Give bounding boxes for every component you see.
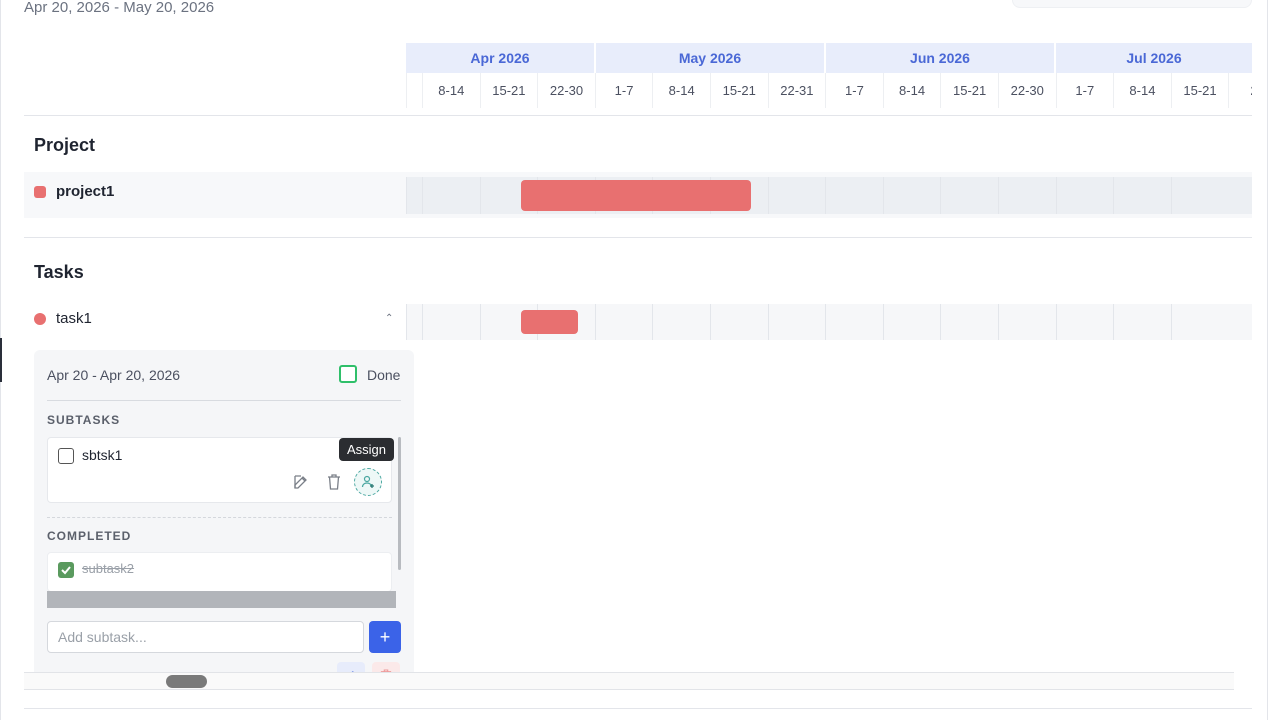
subtasks-heading: SUBTASKS	[47, 413, 121, 427]
done-checkbox[interactable]	[339, 365, 357, 383]
week-header: 22-30	[537, 73, 595, 108]
check-icon	[61, 566, 71, 575]
chevron-up-icon[interactable]: ⌃	[385, 313, 393, 324]
week-header-spacer	[406, 73, 422, 108]
week-header: 15-21	[479, 73, 538, 108]
week-header: 8-14	[1113, 73, 1171, 108]
project-color-dot	[34, 185, 46, 198]
week-header: 15-21	[1170, 73, 1229, 108]
week-header: 8-14	[882, 73, 941, 108]
assign-button[interactable]	[354, 468, 382, 496]
task-label[interactable]: task1	[34, 310, 92, 327]
top-control[interactable]	[1012, 0, 1252, 8]
add-subtask-button[interactable]: +	[369, 621, 401, 653]
gantt-page: Apr 20, 2026 - May 20, 2026 Apr 2026 May…	[0, 0, 1280, 720]
week-header: 1-7	[1055, 73, 1114, 108]
project-name: project1	[56, 183, 115, 200]
week-header: 15-21	[940, 73, 998, 108]
left-resize-handle[interactable]	[0, 338, 2, 382]
month-header-row: Apr 2026 May 2026 Jun 2026 Jul 2026	[406, 43, 1252, 73]
subtask-title: sbtsk1	[82, 447, 123, 463]
done-label: Done	[367, 367, 401, 383]
add-subtask-input[interactable]	[47, 621, 364, 653]
trash-icon[interactable]	[324, 472, 344, 492]
completed-heading: COMPLETED	[47, 529, 132, 543]
project-label[interactable]: project1	[34, 183, 114, 200]
task-color-dot	[34, 312, 46, 325]
task-name: task1	[56, 310, 92, 327]
month-header: Jul 2026	[1056, 43, 1252, 73]
divider	[24, 708, 1252, 709]
subtask-list-vertical-scrollbar[interactable]	[398, 437, 401, 570]
month-header: Apr 2026	[406, 43, 596, 73]
week-header: 22	[1228, 73, 1252, 108]
week-header: 1-7	[825, 73, 883, 108]
header-date-range: Apr 20, 2026 - May 20, 2026	[24, 0, 215, 16]
month-header: May 2026	[596, 43, 826, 73]
completed-checkbox[interactable]	[58, 562, 74, 578]
week-header: 15-21	[709, 73, 768, 108]
divider	[24, 237, 1252, 238]
divider	[47, 517, 392, 518]
week-header: 22-30	[997, 73, 1056, 108]
project-section-title: Project	[34, 135, 96, 155]
divider	[47, 400, 401, 401]
user-plus-icon	[361, 475, 374, 488]
divider	[24, 115, 1252, 116]
completed-subtask-title: subtask2	[82, 561, 135, 576]
week-header: 8-14	[652, 73, 710, 108]
week-header: 1-7	[594, 73, 653, 108]
week-header: 8-14	[422, 73, 480, 108]
right-border	[1267, 0, 1268, 720]
completed-subtask-item: subtask2	[47, 552, 392, 592]
assign-tooltip: Assign	[339, 438, 395, 461]
task-date-range: Apr 20 - Apr 20, 2026	[47, 367, 181, 383]
subtask-list-horizontal-scrollbar[interactable]	[47, 591, 396, 608]
edit-icon[interactable]	[291, 472, 311, 492]
tasks-section-title: Tasks	[34, 262, 84, 282]
task-detail-panel: Apr 20 - Apr 20, 2026 Done SUBTASKS sbts…	[34, 350, 414, 690]
scrollbar-thumb[interactable]	[166, 675, 207, 688]
week-header: 22-31	[767, 73, 826, 108]
month-header: Jun 2026	[826, 43, 1056, 73]
subtask-checkbox[interactable]	[58, 448, 74, 464]
project-bar[interactable]	[521, 180, 751, 211]
task-bar[interactable]	[521, 310, 578, 334]
week-header-row: 8-14 15-21 22-30 1-7 8-14 15-21 22-31 1-…	[406, 73, 1252, 108]
